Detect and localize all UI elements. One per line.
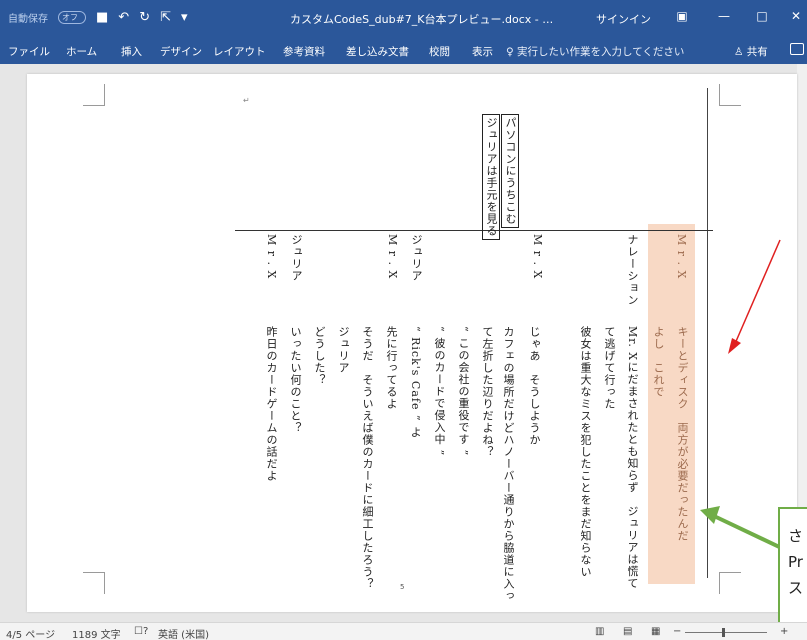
stage-direction-1: パソコンにうちこむ — [501, 114, 519, 228]
zoom-in-button[interactable]: + — [780, 626, 788, 637]
speaker-4: ジュリア — [410, 234, 423, 282]
dialogue-line: て逃げて行った — [603, 326, 616, 410]
dialogue-line-highlighted: よし これで — [652, 326, 665, 398]
speaker-7: M r . X — [675, 234, 688, 280]
speaker-3: M r . X — [386, 234, 399, 280]
zoom-slider[interactable] — [685, 632, 767, 633]
speaker-5: M r . X — [531, 234, 544, 280]
crop-mark-bottom-right — [719, 572, 741, 594]
ribbon-tabs: ファイル ホーム 挿入 デザイン レイアウト 参考資料 差し込み文書 校閲 表示… — [0, 34, 807, 64]
tab-view[interactable]: 表示 — [472, 44, 493, 59]
save-icon[interactable]: ■ — [96, 10, 108, 25]
dialogue-line: “ Rick's Cafe ” よ — [409, 326, 422, 439]
dialogue-line: ジュリア — [337, 326, 350, 374]
customize-toolbar-icon[interactable]: ▾ — [181, 10, 188, 25]
word-count[interactable]: 1189 文字 — [72, 626, 121, 640]
margin-line — [707, 88, 708, 578]
crop-mark-top-left — [83, 84, 105, 106]
tell-me-text: 実行したい作業を入力してください — [517, 46, 685, 58]
autosave-label: 自動保存 — [8, 14, 48, 25]
autosave-toggle[interactable]: オフ — [58, 11, 86, 24]
tab-layout[interactable]: レイアウト — [213, 44, 266, 59]
lightbulb-icon: ♀ — [506, 46, 518, 58]
share-label: 共有 — [746, 46, 768, 58]
dialogue-line-highlighted: キーとディスク 両方が必要だったんだ — [676, 326, 689, 542]
dialogue-line: そうだ そういえば僕のカードに細工したろう？ — [361, 326, 374, 590]
document-page[interactable]: ↵ パソコンにうちこむ ジュリアは手元を見る M r . X ジュリア M r … — [27, 74, 797, 612]
dialogue-line: 彼女は重大なミスを犯したことをまだ知らない — [579, 326, 592, 578]
zoom-out-button[interactable]: − — [673, 626, 681, 637]
status-bar: 4/5 ページ 1189 文字 ☐? 英語 (米国) ▥ ▤ ▦ − + — [0, 622, 807, 640]
paragraph-mark: ↵ — [243, 96, 250, 105]
dialogue-line: “ この会社の重役です ” — [457, 326, 470, 457]
crop-mark-bottom-left — [83, 572, 105, 594]
tab-references[interactable]: 参考資料 — [283, 44, 325, 59]
stage-direction-2: ジュリアは手元を見る — [482, 114, 500, 240]
web-layout-icon[interactable]: ▦ — [651, 626, 660, 637]
tab-file[interactable]: ファイル — [8, 44, 50, 59]
quick-access-toolbar: 自動保存 オフ ■ ↶ ↻ ⇱ ▾ — [8, 10, 188, 25]
tab-review[interactable]: 校閲 — [429, 44, 450, 59]
proofing-icon[interactable]: ☐? — [134, 626, 148, 637]
speaker-2: ジュリア — [290, 234, 303, 282]
touch-mode-icon[interactable]: ⇱ — [160, 10, 171, 25]
dialogue-line: 昨日のカードゲームの話だよ — [265, 326, 278, 482]
zoom-slider-thumb[interactable] — [722, 628, 725, 637]
title-bar: 自動保存 オフ ■ ↶ ↻ ⇱ ▾ カスタムCodeS_dub#7_K台本プレビ… — [0, 0, 807, 34]
share-button[interactable]: ♙ 共有 — [734, 44, 768, 59]
document-title: カスタムCodeS_dub#7_K台本プレビュー.docx - … — [290, 13, 554, 26]
dialogue-line: いったい何のこと？ — [289, 326, 302, 434]
tab-design[interactable]: デザイン — [160, 44, 202, 59]
person-icon: ♙ — [734, 46, 747, 58]
speaker-6: ナレーション — [626, 234, 639, 306]
tab-home[interactable]: ホーム — [66, 44, 97, 59]
dialogue-line: Mr. Xにだまされたとも知らず ジュリアは慌て — [626, 326, 639, 590]
dialogue-line: カフェの場所だけどハノーバー通りから脇道に入っ — [502, 326, 515, 602]
tell-me-search[interactable]: ♀ 実行したい作業を入力してください — [506, 44, 684, 59]
dialogue-line: どうした？ — [313, 326, 326, 386]
tab-mailings[interactable]: 差し込み文書 — [346, 44, 409, 59]
minimize-button[interactable]: — — [716, 8, 732, 24]
callout-line: さ — [788, 527, 804, 545]
dialogue-line: て左折した辺りだよね？ — [481, 326, 494, 458]
speaker-1: M r . X — [265, 234, 278, 280]
maximize-button[interactable]: □ — [754, 8, 770, 24]
comments-icon[interactable] — [790, 43, 804, 55]
page-count[interactable]: 4/5 ページ — [6, 626, 55, 640]
redo-icon[interactable]: ↻ — [139, 10, 150, 25]
page-number: 5 — [400, 583, 405, 591]
undo-icon[interactable]: ↶ — [118, 10, 129, 25]
read-mode-icon[interactable]: ▥ — [595, 626, 604, 637]
ribbon-display-icon[interactable]: ▣ — [674, 8, 690, 24]
signin-button[interactable]: サインイン — [596, 11, 651, 27]
crop-mark-top-right — [719, 84, 741, 106]
print-layout-icon[interactable]: ▤ — [623, 626, 632, 637]
language-indicator[interactable]: 英語 (米国) — [158, 626, 209, 640]
callout-line: Pr — [788, 553, 803, 571]
separator-line — [235, 230, 713, 231]
annotation-callout: さ Pr ス — [778, 507, 807, 640]
dialogue-line: 先に行ってるよ — [385, 326, 398, 410]
tab-insert[interactable]: 挿入 — [121, 44, 142, 59]
close-button[interactable]: ✕ — [788, 8, 804, 24]
callout-line: ス — [788, 579, 804, 597]
dialogue-line: “ 彼のカードで侵入中 ” — [433, 326, 446, 457]
dialogue-line: じゃあ そうしようか — [528, 326, 541, 446]
